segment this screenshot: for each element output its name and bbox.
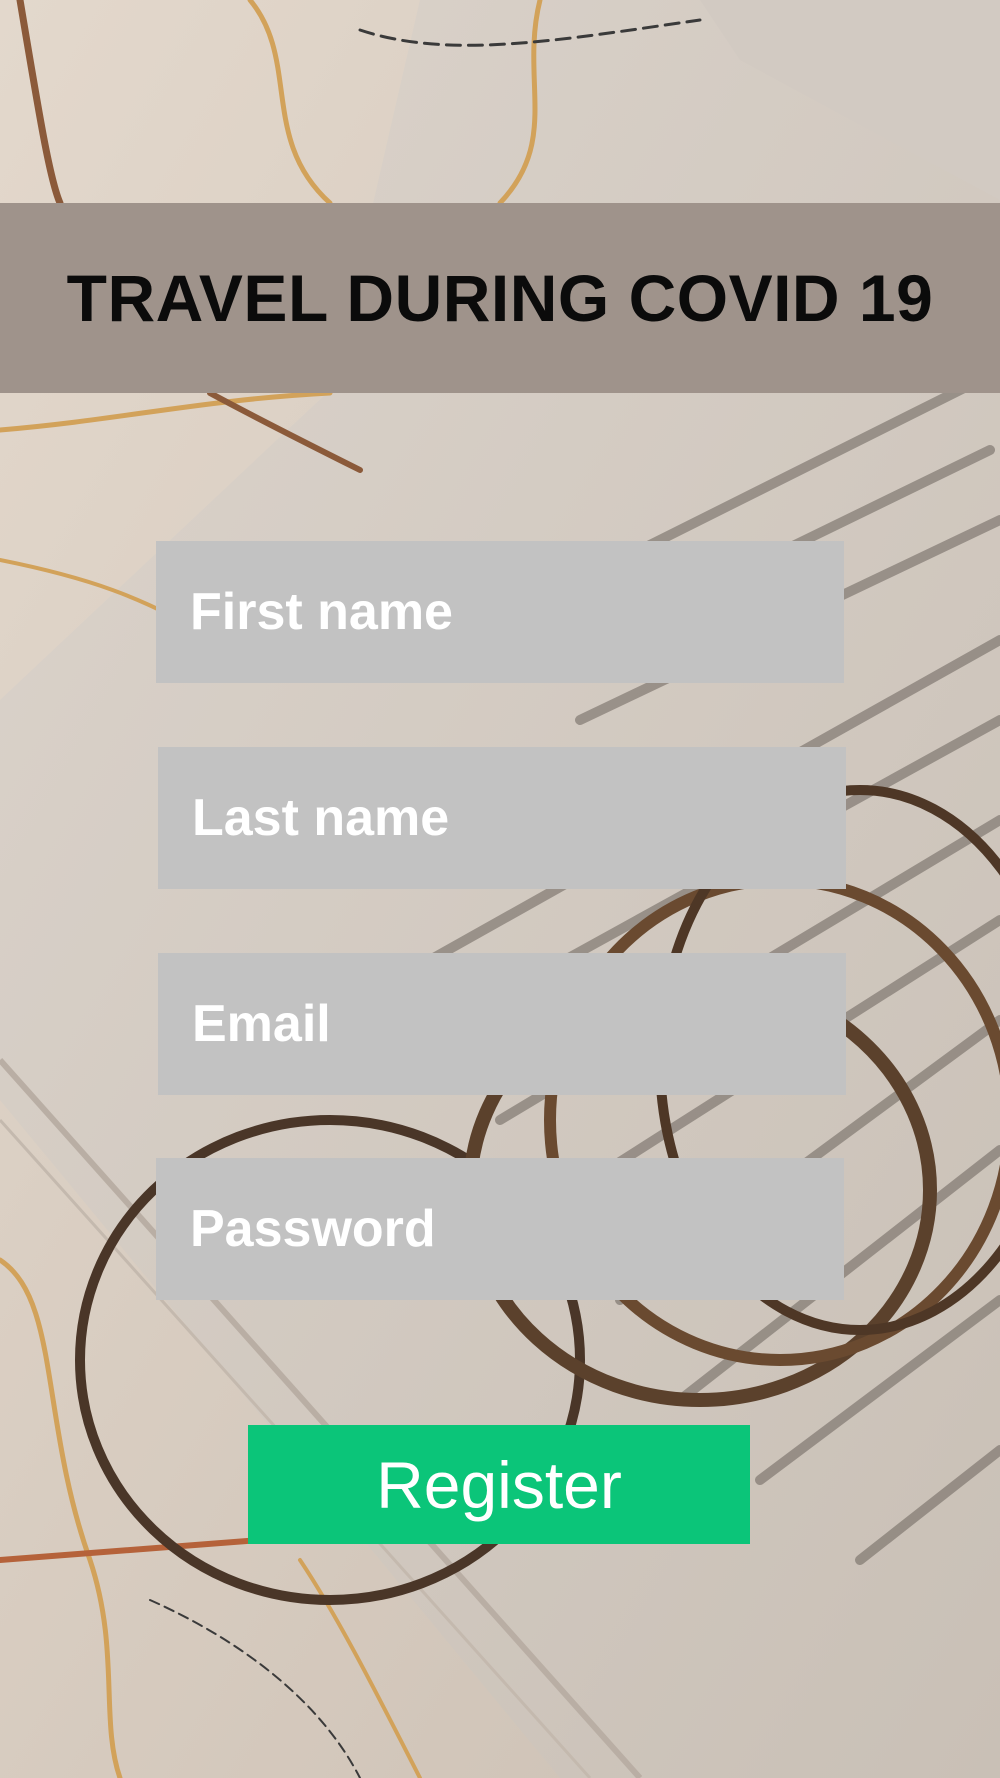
registration-screen: TRAVEL DURING COVID 19 Register [0, 0, 1000, 1778]
register-button[interactable]: Register [248, 1425, 750, 1544]
last-name-input[interactable] [158, 747, 846, 889]
email-input[interactable] [158, 953, 846, 1095]
header-banner: TRAVEL DURING COVID 19 [0, 203, 1000, 393]
password-input[interactable] [156, 1158, 844, 1300]
page-title: TRAVEL DURING COVID 19 [66, 261, 934, 335]
first-name-input[interactable] [156, 541, 844, 683]
